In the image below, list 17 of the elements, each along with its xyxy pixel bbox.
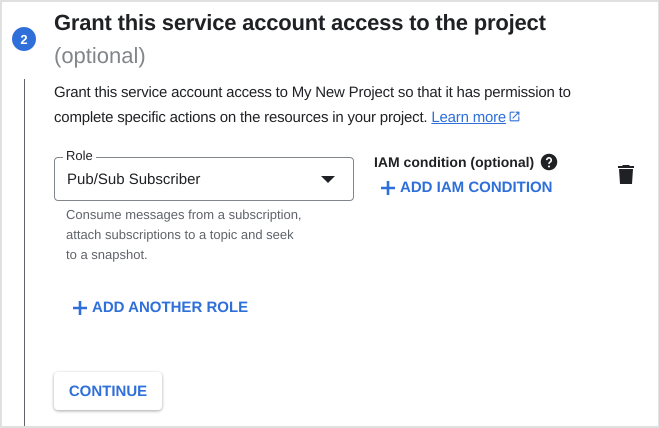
external-link-icon [508,110,522,123]
add-another-role-button[interactable]: ADD ANOTHER ROLE [66,295,254,320]
section-title: Grant this service account access to the project [54,9,547,37]
role-label: Role [63,148,96,163]
description-text: Grant this service account access to My New Project so that it has permission to complete specific actions on the resources in your project. Learn more [54,83,572,128]
add-iam-condition-button[interactable]: ADD IAM CONDITION [374,175,574,200]
dropdown-caret-icon [321,176,335,182]
help-icon[interactable] [540,153,558,171]
plus-icon [72,300,88,316]
section-subtitle: (optional) [54,42,147,70]
continue-button[interactable]: CONTINUE [54,372,162,410]
step-number: 2 [12,27,36,51]
role-description: Consume messages from a subscription, attach subscriptions to a topic and seek to a snapshot. [65,206,303,264]
plus-icon [380,180,396,196]
iam-condition-label: IAM condition (optional) [374,154,534,170]
delete-icon[interactable] [618,165,634,184]
learn-more-link[interactable]: Learn more [431,109,522,126]
